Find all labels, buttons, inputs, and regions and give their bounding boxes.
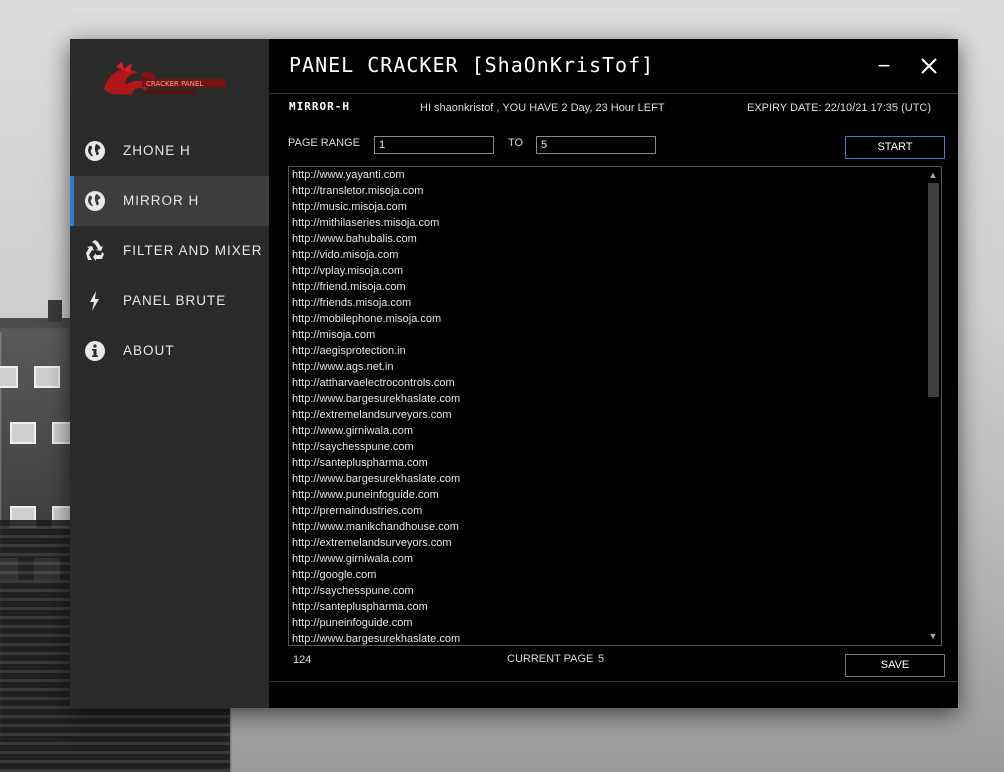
- url-list-item[interactable]: http://transletor.misoja.com: [292, 183, 922, 199]
- url-list-item[interactable]: http://saychesspune.com: [292, 439, 922, 455]
- url-list-item[interactable]: http://misoja.com: [292, 327, 922, 343]
- expiry-date: EXPIRY DATE: 22/10/21 17:35 (UTC): [747, 102, 932, 114]
- url-list-item[interactable]: http://friends.misoja.com: [292, 295, 922, 311]
- to-label: TO: [508, 137, 524, 149]
- sidebar: CRACKER PANEL ZHONE H MIRROR H FILTER AN…: [70, 39, 269, 708]
- sidebar-item-label: ABOUT: [123, 343, 175, 358]
- title-divider: [269, 93, 958, 94]
- url-list-rows: http://www.yayanti.com http://transletor.…: [292, 167, 922, 645]
- sidebar-item-label: PANEL BRUTE: [123, 293, 227, 308]
- url-list-item[interactable]: http://santepluspharma.com: [292, 455, 922, 471]
- url-list-item[interactable]: http://aegisprotection.in: [292, 343, 922, 359]
- sidebar-item-panel-brute[interactable]: PANEL BRUTE: [70, 276, 269, 326]
- page-range-to-input[interactable]: [536, 136, 656, 154]
- url-list-item[interactable]: http://friend.misoja.com: [292, 279, 922, 295]
- url-list-item[interactable]: http://www.bargesurekhaslate.com: [292, 631, 922, 645]
- url-list-item[interactable]: http://vido.misoja.com: [292, 247, 922, 263]
- url-list-item[interactable]: http://www.girniwala.com: [292, 551, 922, 567]
- close-icon[interactable]: [915, 53, 943, 79]
- scrollbar[interactable]: ▲ ▼: [925, 167, 941, 645]
- current-page-label: CURRENT PAGE: [507, 653, 594, 665]
- url-list[interactable]: http://www.yayanti.com http://transletor.…: [288, 166, 942, 646]
- url-list-item[interactable]: http://www.bahubalis.com: [292, 231, 922, 247]
- url-list-item[interactable]: http://attharvaelectrocontrols.com: [292, 375, 922, 391]
- sidebar-item-label: FILTER AND MIXER: [123, 243, 263, 258]
- section-title: MIRROR-H: [289, 100, 350, 113]
- url-list-item[interactable]: http://santepluspharma.com: [292, 599, 922, 615]
- url-list-item[interactable]: http://www.yayanti.com: [292, 167, 922, 183]
- url-list-item[interactable]: http://mithilaseries.misoja.com: [292, 215, 922, 231]
- scroll-down-icon[interactable]: ▼: [927, 629, 939, 643]
- current-page-value: 5: [598, 653, 605, 665]
- app-logo: CRACKER PANEL: [104, 61, 226, 95]
- url-list-item[interactable]: http://extremelandsurveyors.com: [292, 407, 922, 423]
- url-list-item[interactable]: http://vplay.misoja.com: [292, 263, 922, 279]
- recycle-icon: [86, 240, 104, 261]
- url-list-item[interactable]: http://www.manikchandhouse.com: [292, 519, 922, 535]
- save-button[interactable]: SAVE: [845, 654, 945, 677]
- window-title: PANEL CRACKER [ShaOnKrisTof]: [289, 53, 655, 77]
- app-window: CRACKER PANEL ZHONE H MIRROR H FILTER AN…: [70, 39, 958, 708]
- url-list-item[interactable]: http://puneinfoguide.com: [292, 615, 922, 631]
- greeting-text: HI shaonkristof , YOU HAVE 2 Day, 23 Hou…: [420, 102, 665, 114]
- logo-text: CRACKER PANEL: [146, 80, 203, 88]
- url-list-item[interactable]: http://music.misoja.com: [292, 199, 922, 215]
- url-count: 124: [293, 654, 312, 666]
- globe-icon: [85, 141, 105, 161]
- building-window: [0, 366, 18, 388]
- globe-icon: [85, 191, 105, 211]
- start-button[interactable]: START: [845, 136, 945, 159]
- building-window: [34, 366, 60, 388]
- url-list-item[interactable]: http://www.bargesurekhaslate.com: [292, 471, 922, 487]
- building-window: [10, 422, 36, 444]
- building-chimney: [48, 300, 62, 322]
- sidebar-item-mirror-h[interactable]: MIRROR H: [70, 176, 269, 226]
- footer-divider: [269, 681, 958, 682]
- sidebar-item-label: MIRROR H: [123, 193, 200, 208]
- url-list-item[interactable]: http://prernaindustries.com: [292, 503, 922, 519]
- url-list-item[interactable]: http://www.ags.net.in: [292, 359, 922, 375]
- sidebar-item-filter-and-mixer[interactable]: FILTER AND MIXER: [70, 226, 269, 276]
- url-list-item[interactable]: http://google.com: [292, 567, 922, 583]
- url-list-item[interactable]: http://www.bargesurekhaslate.com: [292, 391, 922, 407]
- url-list-item[interactable]: http://www.puneinfoguide.com: [292, 487, 922, 503]
- url-list-item[interactable]: http://www.girniwala.com: [292, 423, 922, 439]
- info-icon: [85, 341, 105, 361]
- sidebar-item-label: ZHONE H: [123, 143, 191, 158]
- lightning-icon: [90, 291, 99, 311]
- url-list-item[interactable]: http://saychesspune.com: [292, 583, 922, 599]
- sidebar-item-zhone-h[interactable]: ZHONE H: [70, 126, 269, 176]
- scrollbar-thumb[interactable]: [928, 183, 939, 397]
- scroll-up-icon[interactable]: ▲: [927, 168, 939, 182]
- minimize-button[interactable]: −: [870, 53, 898, 78]
- url-list-item[interactable]: http://mobilephone.misoja.com: [292, 311, 922, 327]
- page-range-label: PAGE RANGE: [288, 137, 360, 149]
- url-list-item[interactable]: http://extremelandsurveyors.com: [292, 535, 922, 551]
- page-range-from-input[interactable]: [374, 136, 494, 154]
- sidebar-item-about[interactable]: ABOUT: [70, 326, 269, 376]
